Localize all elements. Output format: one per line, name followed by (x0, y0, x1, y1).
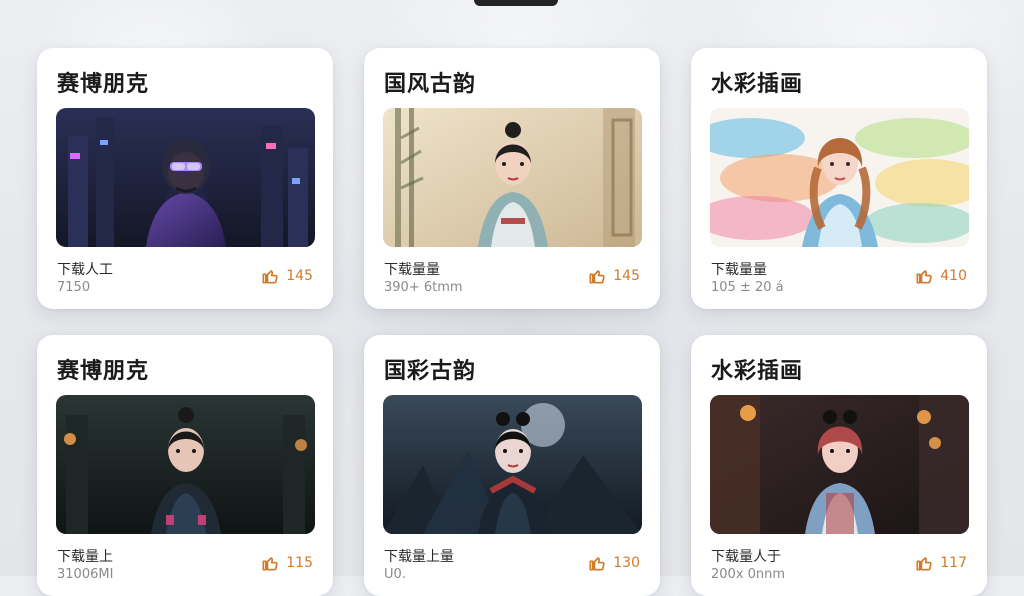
download-label: 下载量量 (711, 262, 767, 278)
download-label: 下载量人于 (711, 549, 781, 565)
thumbs-up-icon (587, 553, 607, 573)
top-title-fragment (474, 0, 558, 6)
like-button[interactable]: 145 (587, 266, 640, 286)
style-card-cyberpunk-2[interactable]: 赛博朋克 下载量上 31006MI 115 (37, 335, 333, 596)
like-count: 145 (613, 268, 640, 284)
download-count: 200x 0nnm (711, 567, 786, 582)
thumbs-up-icon (914, 266, 934, 286)
thumbs-up-icon (260, 266, 280, 286)
card-title: 水彩插画 (711, 72, 804, 97)
style-card-watercolor-2[interactable]: 水彩插画 下载量人于 200x 0nnm 117 (691, 335, 987, 596)
like-count: 145 (286, 268, 313, 284)
cyberpunk-thumbnail-art (56, 108, 315, 247)
download-count: U0. (384, 567, 406, 582)
download-count: 390+ 6tmm (384, 280, 463, 295)
download-label: 下载量量 (384, 262, 440, 278)
card-grid: 赛博朋克 下载人工 7150 145 国风古韵 下载量量 390+ 6tmm 1… (37, 48, 991, 596)
style-card-watercolor[interactable]: 水彩插画 下载量量 105 ± 20 á 410 (691, 48, 987, 309)
card-thumbnail[interactable] (56, 395, 315, 534)
style-card-chinese-2[interactable]: 国彩古韵 下载量上量 U0. 130 (364, 335, 660, 596)
card-thumbnail[interactable] (383, 108, 642, 247)
card-title: 国风古韵 (384, 72, 477, 97)
thumbs-up-icon (587, 266, 607, 286)
like-count: 115 (286, 555, 313, 571)
card-title: 水彩插画 (711, 359, 804, 384)
card-title: 赛博朋克 (57, 72, 150, 97)
download-label: 下载人工 (57, 262, 113, 278)
like-count: 410 (940, 268, 967, 284)
card-thumbnail[interactable] (710, 395, 969, 534)
card-thumbnail[interactable] (710, 108, 969, 247)
moonlit-mountains-thumbnail-art (383, 395, 642, 534)
download-count: 7150 (57, 280, 91, 295)
chinese-style-thumbnail-art (383, 108, 642, 247)
download-label: 下载量上 (57, 549, 113, 565)
card-thumbnail[interactable] (383, 395, 642, 534)
thumbs-up-icon (914, 553, 934, 573)
card-title: 赛博朋克 (57, 359, 150, 384)
like-button[interactable]: 145 (260, 266, 313, 286)
like-count: 117 (940, 555, 967, 571)
style-card-cyberpunk[interactable]: 赛博朋克 下载人工 7150 145 (37, 48, 333, 309)
like-button[interactable]: 130 (587, 553, 640, 573)
card-thumbnail[interactable] (56, 108, 315, 247)
download-count: 105 ± 20 á (711, 280, 784, 295)
like-button[interactable]: 410 (914, 266, 967, 286)
lantern-street-thumbnail-art (710, 395, 969, 534)
download-count: 31006MI (57, 567, 114, 582)
card-title: 国彩古韵 (384, 359, 477, 384)
style-card-chinese[interactable]: 国风古韵 下载量量 390+ 6tmm 145 (364, 48, 660, 309)
like-button[interactable]: 115 (260, 553, 313, 573)
thumbs-up-icon (260, 553, 280, 573)
watercolor-thumbnail-art (710, 108, 969, 247)
download-label: 下载量上量 (384, 549, 454, 565)
cyberpunk-ruins-thumbnail-art (56, 395, 315, 534)
like-button[interactable]: 117 (914, 553, 967, 573)
like-count: 130 (613, 555, 640, 571)
